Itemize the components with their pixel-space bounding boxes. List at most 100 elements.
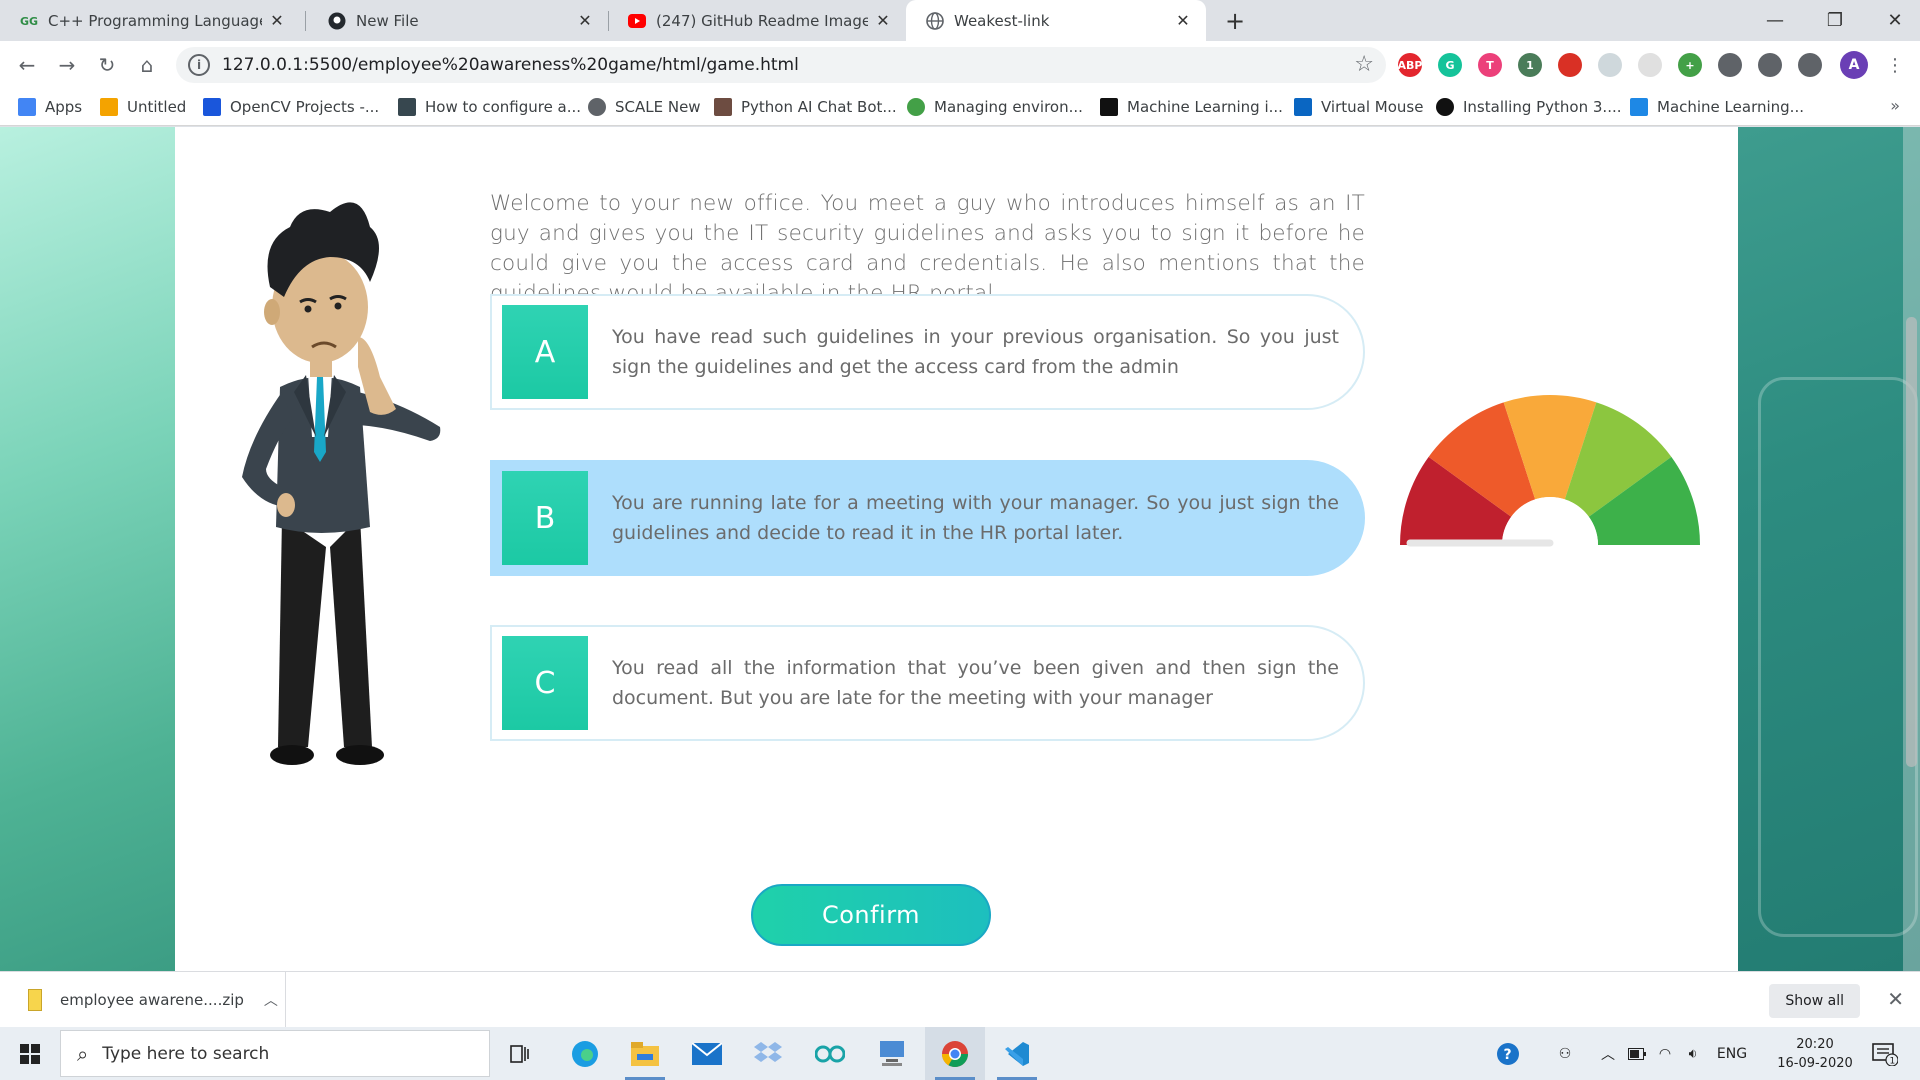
close-icon[interactable]: ✕	[1174, 11, 1192, 30]
bookmark-item[interactable]: Untitled	[100, 88, 186, 126]
option-a[interactable]: A You have read such guidelines in your …	[490, 294, 1365, 410]
search-placeholder[interactable]: Type here to search	[102, 1044, 269, 1064]
github-icon	[328, 12, 346, 30]
option-b[interactable]: B You are running late for a meeting wit…	[490, 460, 1365, 576]
option-c[interactable]: C You read all the information that you’…	[490, 625, 1365, 741]
url-text[interactable]: 127.0.0.1:5500/employee%20awareness%20ga…	[222, 55, 799, 75]
notification-count: 1	[1890, 1056, 1896, 1066]
info-icon[interactable]: i	[188, 54, 210, 76]
close-icon[interactable]: ✕	[874, 11, 892, 30]
battery-icon[interactable]	[1624, 1027, 1650, 1080]
bookmark-item[interactable]: How to configure a...	[398, 88, 581, 126]
tab-cpp[interactable]: GG C++ Programming Language - G ✕	[0, 0, 300, 41]
bookmark-star-icon[interactable]: ☆	[1354, 52, 1374, 77]
language-indicator[interactable]: ENG	[1712, 1027, 1752, 1080]
extension-icon[interactable]: +	[1678, 53, 1702, 77]
task-view-icon[interactable]	[490, 1027, 550, 1080]
extension-icon[interactable]	[1598, 53, 1622, 77]
download-item[interactable]: employee awarene....zip ︿	[16, 972, 286, 1028]
bookmark-item[interactable]: Installing Python 3....	[1436, 88, 1622, 126]
bookmark-label: Installing Python 3....	[1463, 98, 1622, 116]
windows-logo-icon	[20, 1043, 40, 1064]
menu-kebab-icon[interactable]: ⋮	[1880, 50, 1910, 80]
close-icon[interactable]: ✕	[576, 11, 594, 30]
vscode-icon[interactable]	[987, 1027, 1047, 1080]
bookmarks-bar: Apps Untitled OpenCV Projects -... How to c…	[0, 88, 1920, 126]
chrome-icon[interactable]	[925, 1027, 985, 1080]
search-icon: ⌕	[77, 1041, 89, 1066]
extension-icon[interactable]: G	[1438, 53, 1462, 77]
youtube-icon	[628, 12, 646, 30]
confirm-button[interactable]: Confirm	[751, 884, 991, 946]
chevron-up-icon[interactable]: ︿	[264, 990, 278, 1010]
tab-weakest-link[interactable]: Weakest-link ✕	[906, 0, 1206, 41]
bookmark-item[interactable]: Machine Learning i...	[1100, 88, 1283, 126]
tab-separator	[305, 11, 306, 31]
bookmark-item[interactable]: Managing environ...	[907, 88, 1083, 126]
tab-youtube[interactable]: (247) GitHub Readme Images Tut ✕	[608, 0, 906, 41]
forward-arrow-icon[interactable]: →	[52, 50, 82, 80]
bookmark-item[interactable]: SCALE New	[588, 88, 701, 126]
bookmark-item[interactable]: OpenCV Projects -...	[203, 88, 379, 126]
bookmark-item[interactable]: Virtual Mouse	[1294, 88, 1423, 126]
bookmark-label: Python AI Chat Bot...	[741, 98, 897, 116]
notifications-icon[interactable]: 1	[1860, 1027, 1910, 1080]
option-text: You read all the information that you’ve…	[612, 657, 1339, 709]
extension-icon[interactable]	[1558, 53, 1582, 77]
file-explorer-icon[interactable]	[615, 1027, 675, 1080]
bookmark-label: SCALE New	[615, 98, 701, 116]
download-file-name[interactable]: employee awarene....zip	[60, 991, 244, 1009]
edge-icon[interactable]	[555, 1027, 615, 1080]
new-tab-button[interactable]: +	[1220, 6, 1250, 36]
extension-icon[interactable]: T	[1478, 53, 1502, 77]
device-manager-icon[interactable]	[862, 1027, 922, 1080]
close-icon[interactable]: ✕	[1887, 987, 1904, 1011]
chevron-up-icon[interactable]: ︿	[1596, 1027, 1620, 1080]
taskbar-search[interactable]: ⌕ Type here to search	[60, 1030, 490, 1077]
mail-icon[interactable]	[677, 1027, 737, 1080]
extension-icon[interactable]	[1758, 53, 1782, 77]
page-scrollbar[interactable]	[1903, 127, 1920, 971]
game-panel: Welcome to your new office. You meet a g…	[175, 127, 1738, 971]
home-icon[interactable]: ⌂	[132, 50, 162, 80]
bookmark-label: Machine Learning...	[1657, 98, 1804, 116]
profile-avatar[interactable]: A	[1840, 51, 1868, 79]
github-icon	[1436, 98, 1454, 116]
dropbox-icon[interactable]	[738, 1027, 798, 1080]
windows-start-button[interactable]	[0, 1027, 60, 1080]
clock[interactable]: 20:20 16-09-2020	[1770, 1035, 1860, 1073]
close-icon[interactable]: ✕	[268, 11, 286, 30]
option-text: You are running late for a meeting with …	[612, 492, 1339, 544]
extension-icon[interactable]: 1	[1518, 53, 1542, 77]
restore-button[interactable]: ❐	[1805, 0, 1865, 41]
close-window-button[interactable]: ✕	[1865, 0, 1920, 41]
extension-icon[interactable]	[1638, 53, 1662, 77]
arduino-icon[interactable]	[800, 1027, 860, 1080]
people-icon[interactable]: ⚇	[1550, 1027, 1580, 1080]
option-letter: A	[502, 305, 588, 399]
volume-icon[interactable]: 🔉︎	[1680, 1027, 1706, 1080]
option-letter: C	[502, 636, 588, 730]
bookmark-item[interactable]: Python AI Chat Bot...	[714, 88, 897, 126]
reload-icon[interactable]: ↻	[92, 50, 122, 80]
chevron-right-icon[interactable]: »	[1890, 96, 1900, 115]
address-bar[interactable]: i 127.0.0.1:5500/employee%20awareness%20…	[176, 47, 1386, 83]
page-icon	[714, 98, 732, 116]
back-arrow-icon[interactable]: ←	[12, 50, 42, 80]
extension-icon[interactable]: ABP	[1398, 53, 1422, 77]
bookmark-item[interactable]: Machine Learning...	[1630, 88, 1804, 126]
tab-new-file[interactable]: New File ✕	[308, 0, 608, 41]
download-shelf: employee awarene....zip ︿ Show all ✕	[0, 971, 1920, 1028]
medium-icon	[1100, 98, 1118, 116]
linkedin-icon	[1294, 98, 1312, 116]
bookmark-item[interactable]: Apps	[18, 88, 82, 126]
bookmark-label: Virtual Mouse	[1321, 98, 1424, 116]
show-all-button[interactable]: Show all	[1769, 984, 1860, 1018]
wifi-icon[interactable]: ◠	[1652, 1027, 1678, 1080]
scrollbar-thumb[interactable]	[1906, 317, 1917, 767]
circle-icon	[907, 98, 925, 116]
minimize-button[interactable]: —	[1745, 0, 1805, 41]
help-icon[interactable]: ?	[1490, 1027, 1526, 1080]
extension-icon[interactable]	[1718, 53, 1742, 77]
extension-icon[interactable]	[1798, 53, 1822, 77]
